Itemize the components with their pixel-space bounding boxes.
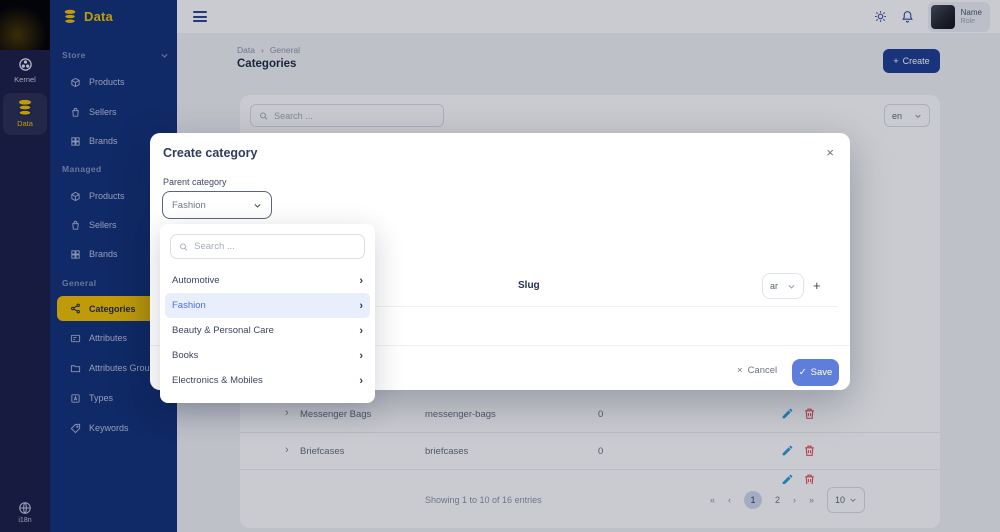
option-fashion-selected[interactable]: Fashion › bbox=[165, 293, 370, 318]
chevron-right-icon: › bbox=[359, 350, 363, 362]
parent-category-select[interactable]: Fashion bbox=[162, 191, 272, 219]
cancel-label: Cancel bbox=[748, 365, 778, 376]
chevron-right-icon: › bbox=[359, 300, 363, 312]
close-icon[interactable]: × bbox=[826, 145, 834, 160]
save-label: Save bbox=[811, 367, 833, 378]
slug-column-header: Slug bbox=[518, 280, 540, 291]
add-translation-button[interactable]: + bbox=[813, 278, 821, 293]
chevron-right-icon: › bbox=[359, 275, 363, 287]
translation-language-value: ar bbox=[770, 281, 778, 291]
chevron-down-icon bbox=[787, 282, 796, 291]
translation-language-select[interactable]: ar bbox=[762, 273, 804, 299]
option-books[interactable]: Books › bbox=[160, 343, 375, 368]
option-label: Electronics & Mobiles bbox=[172, 375, 263, 386]
option-electronics-mobiles[interactable]: Electronics & Mobiles › bbox=[160, 368, 375, 393]
dropdown-search[interactable] bbox=[170, 234, 365, 259]
option-label: Books bbox=[172, 350, 198, 361]
dropdown-search-input[interactable] bbox=[194, 241, 356, 252]
parent-category-label: Parent category bbox=[163, 177, 227, 187]
chevron-down-icon bbox=[253, 201, 262, 210]
parent-category-dropdown: Automotive › Fashion › Beauty & Personal… bbox=[160, 224, 375, 403]
check-icon: ✓ bbox=[799, 367, 807, 378]
option-automotive[interactable]: Automotive › bbox=[160, 268, 375, 293]
cancel-button[interactable]: × Cancel bbox=[737, 365, 777, 376]
option-label: Fashion bbox=[172, 300, 206, 311]
parent-category-value: Fashion bbox=[172, 200, 206, 211]
chevron-right-icon: › bbox=[359, 375, 363, 387]
option-label: Beauty & Personal Care bbox=[172, 325, 274, 336]
option-label: Automotive bbox=[172, 275, 220, 286]
modal-title: Create category bbox=[163, 146, 258, 160]
dropdown-options: Automotive › Fashion › Beauty & Personal… bbox=[160, 268, 375, 393]
chevron-right-icon: › bbox=[359, 325, 363, 337]
close-icon: × bbox=[737, 365, 743, 376]
save-button[interactable]: ✓ Save bbox=[792, 359, 839, 386]
search-icon bbox=[179, 242, 188, 252]
option-beauty-personal-care[interactable]: Beauty & Personal Care › bbox=[160, 318, 375, 343]
